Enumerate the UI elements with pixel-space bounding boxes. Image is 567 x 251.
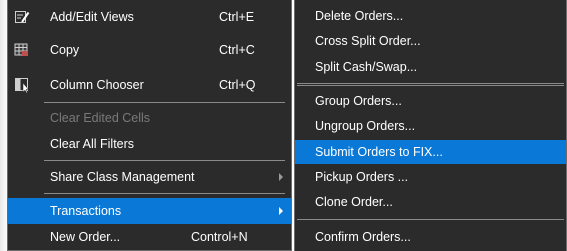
submenu-item-cross-split-order[interactable]: Cross Split Order... [295, 29, 566, 53]
submenu-item-label: Ungroup Orders... [315, 119, 416, 133]
submenu-item-clone-order[interactable]: Clone Order... [295, 190, 566, 214]
menu-item-column-chooser[interactable]: Column Chooser Ctrl+Q [8, 72, 291, 98]
menu-item-label: Transactions [50, 204, 122, 218]
transactions-submenu: Delete Orders... Cross Split Order... Sp… [294, 0, 567, 251]
submenu-item-confirm-orders[interactable]: Confirm Orders... [295, 225, 566, 249]
submenu-separator [297, 219, 564, 220]
submenu-item-label: Submit Orders to FIX... [315, 145, 443, 159]
menu-item-clear-edited-cells[interactable]: Clear Edited Cells [8, 105, 291, 131]
submenu-item-label: Pickup Orders ... [315, 170, 409, 184]
submenu-separator [297, 83, 564, 86]
submenu-item-pickup-orders[interactable]: Pickup Orders ... [295, 165, 566, 189]
menu-separator [44, 160, 285, 161]
menu-item-label: Clear All Filters [50, 137, 135, 151]
menu-item-copy[interactable]: Copy Ctrl+C [8, 37, 291, 63]
menu-item-shortcut: Ctrl+Q [219, 78, 256, 92]
context-menu: Add/Edit Views Ctrl+E Copy Ctrl+C Column [7, 0, 292, 251]
menu-item-label: Add/Edit Views [50, 10, 134, 24]
menu-item-label: Share Class Management [50, 170, 195, 184]
submenu-item-label: Confirm Orders... [315, 230, 411, 244]
menu-item-shortcut: Control+N [191, 230, 248, 244]
submenu-item-label: Delete Orders... [315, 9, 404, 23]
submenu-item-label: Cross Split Order... [315, 34, 421, 48]
menu-item-label: Column Chooser [50, 78, 144, 92]
submenu-item-ungroup-orders[interactable]: Ungroup Orders... [295, 114, 566, 138]
submenu-item-split-cash-swap[interactable]: Split Cash/Swap... [295, 55, 566, 79]
menu-item-clear-all-filters[interactable]: Clear All Filters [8, 131, 291, 157]
menu-item-new-order[interactable]: New Order... Control+N [8, 224, 291, 250]
menu-item-shortcut: Ctrl+E [219, 10, 255, 24]
menu-item-label: Clear Edited Cells [50, 111, 151, 125]
submenu-item-label: Group Orders... [315, 94, 402, 108]
menu-separator [44, 102, 285, 103]
submenu-item-label: Split Cash/Swap... [315, 60, 418, 74]
submenu-item-delete-orders[interactable]: Delete Orders... [295, 4, 566, 28]
menu-item-shortcut: Ctrl+C [219, 43, 255, 57]
menu-item-label: New Order... [50, 230, 121, 244]
submenu-arrow-icon [279, 173, 283, 181]
column-chooser-icon [14, 77, 30, 94]
copy-grid-icon [14, 42, 30, 58]
menu-item-label: Copy [50, 43, 80, 57]
edit-views-icon [14, 9, 30, 25]
menu-item-share-class-management[interactable]: Share Class Management [8, 164, 291, 190]
menu-item-add-edit-views[interactable]: Add/Edit Views Ctrl+E [8, 4, 291, 30]
submenu-item-group-orders[interactable]: Group Orders... [295, 89, 566, 113]
submenu-item-label: Clone Order... [315, 195, 393, 209]
menu-separator [44, 193, 285, 194]
menu-item-transactions[interactable]: Transactions [8, 198, 291, 224]
submenu-item-submit-orders-to-fix[interactable]: Submit Orders to FIX... [295, 140, 566, 164]
submenu-arrow-icon [279, 207, 283, 215]
